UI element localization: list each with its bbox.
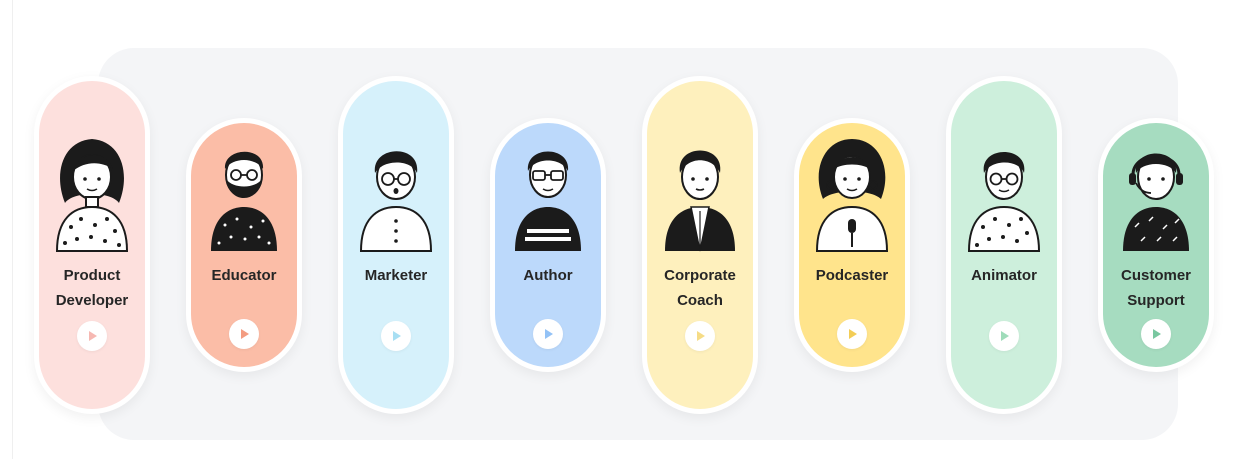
card-label: Marketer — [364, 267, 428, 284]
play-icon — [697, 331, 705, 341]
play-icon — [241, 329, 249, 339]
card-label: Animator — [971, 267, 1037, 284]
avatar-carousel: Product Developer Educator Marketer Auth… — [0, 0, 1236, 459]
play-button[interactable] — [533, 319, 563, 349]
play-button[interactable] — [381, 321, 411, 351]
card-podcaster[interactable]: Podcaster — [794, 118, 910, 372]
animator-avatar-icon — [967, 152, 1041, 252]
card-marketer[interactable]: Marketer — [338, 76, 454, 414]
card-label: Customer Support — [1120, 267, 1191, 309]
card-label: Podcaster — [815, 267, 889, 284]
play-button[interactable] — [229, 319, 259, 349]
card-label: Educator — [211, 267, 277, 284]
play-icon — [849, 329, 857, 339]
play-button[interactable] — [1141, 319, 1171, 349]
customer-support-avatar-icon — [1123, 153, 1189, 251]
play-icon — [545, 329, 553, 339]
card-educator[interactable]: Educator — [186, 118, 302, 372]
card-label: Corporate Coach — [664, 267, 736, 309]
card-label: Author — [523, 267, 573, 284]
play-icon — [1001, 331, 1009, 341]
educator-avatar-icon — [211, 151, 277, 251]
play-button[interactable] — [77, 321, 107, 351]
play-button[interactable] — [989, 321, 1019, 351]
card-customer-support[interactable]: Customer Support — [1098, 118, 1214, 372]
card-label: Product Developer — [55, 267, 129, 309]
play-button[interactable] — [837, 319, 867, 349]
play-icon — [89, 331, 97, 341]
corporate-coach-avatar-icon — [665, 150, 735, 252]
play-icon — [393, 331, 401, 341]
author-avatar-icon — [515, 151, 581, 251]
card-product-developer[interactable]: Product Developer — [34, 76, 150, 414]
card-corporate-coach[interactable]: Corporate Coach — [642, 76, 758, 414]
play-icon — [1153, 329, 1161, 339]
card-animator[interactable]: Animator — [946, 76, 1062, 414]
product-developer-avatar-icon — [55, 139, 129, 252]
podcaster-avatar-icon — [815, 139, 889, 252]
marketer-avatar-icon — [359, 151, 433, 252]
card-author[interactable]: Author — [490, 118, 606, 372]
play-button[interactable] — [685, 321, 715, 351]
